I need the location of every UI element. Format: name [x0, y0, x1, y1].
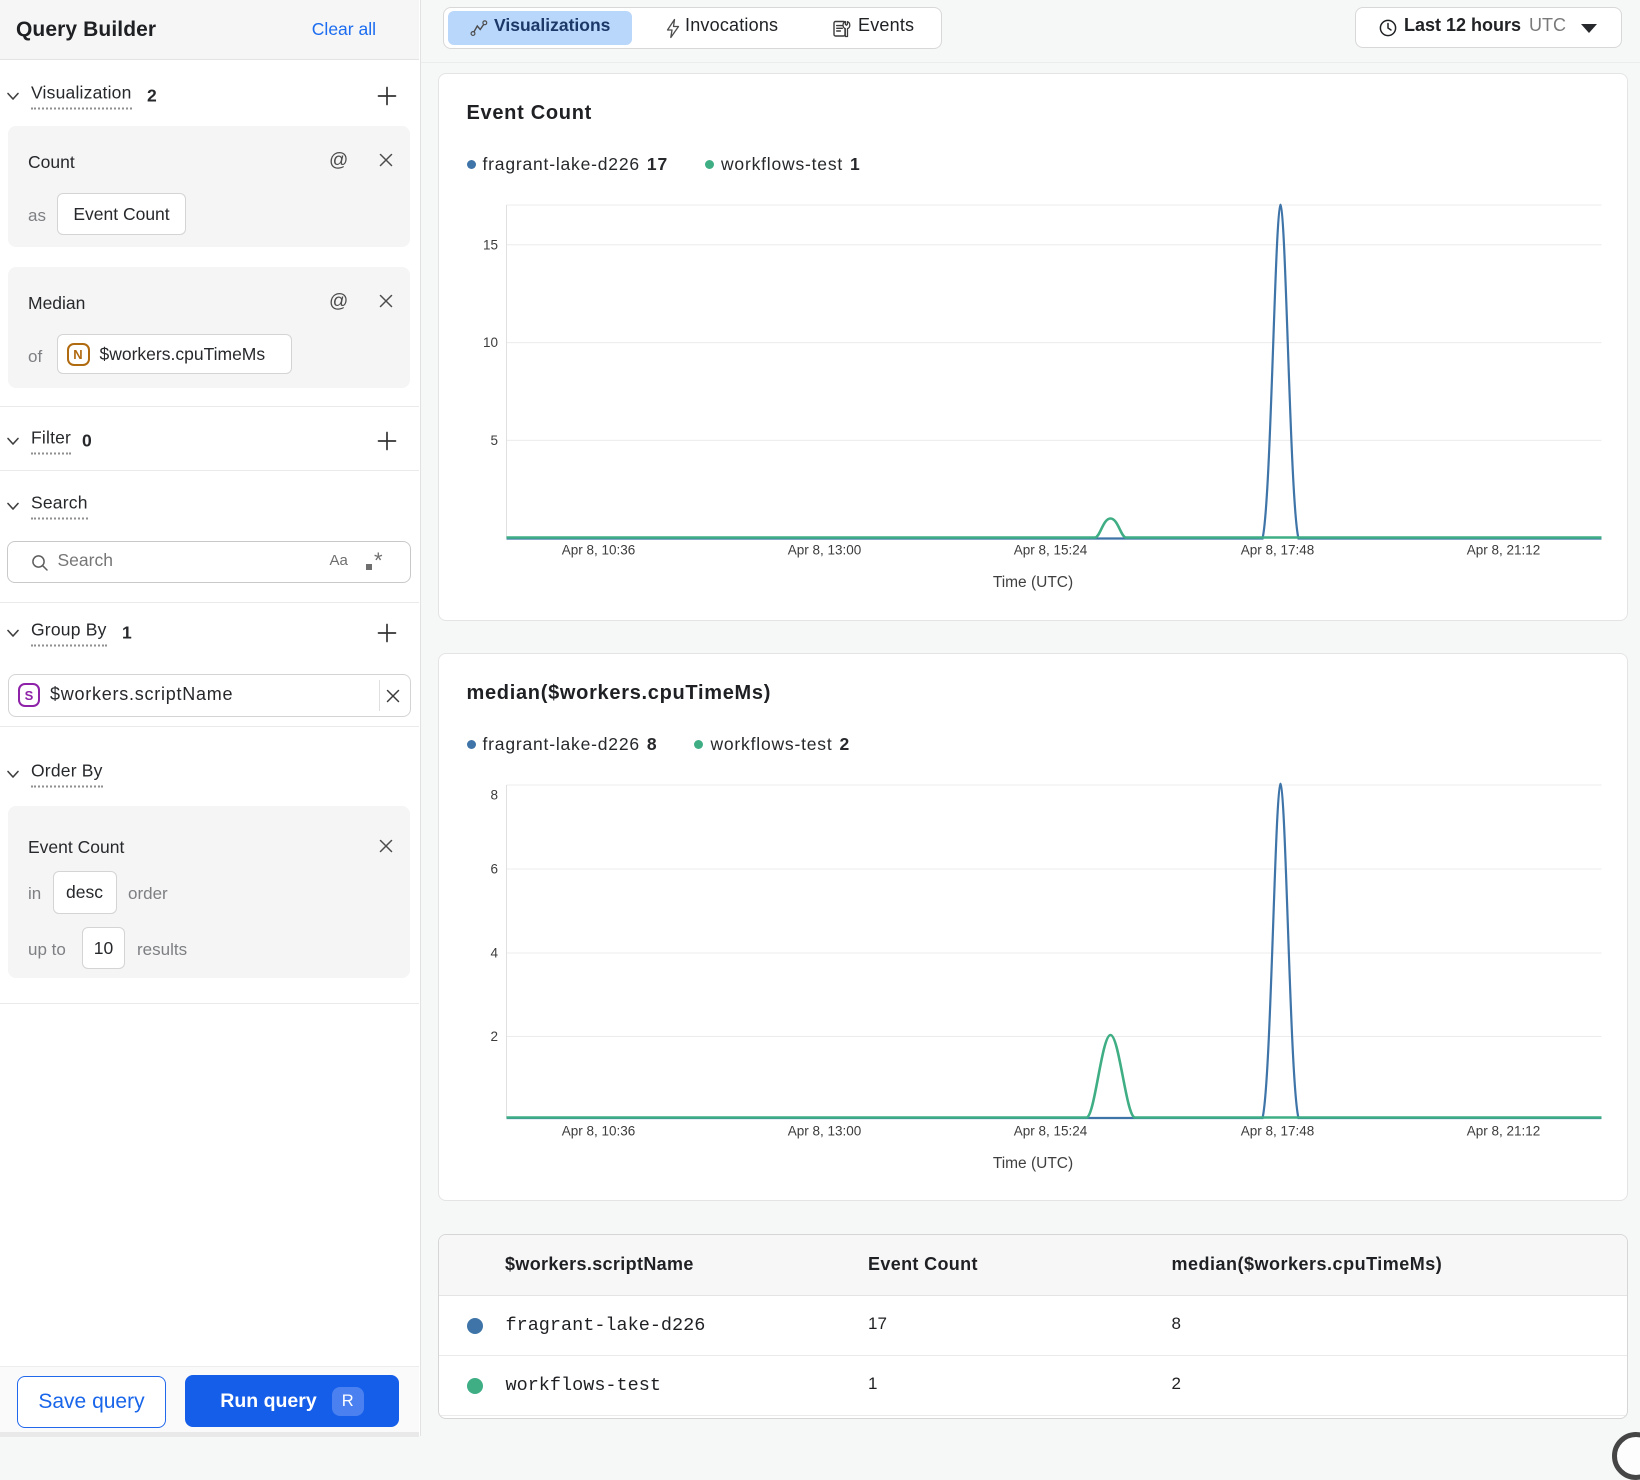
svg-text:Time (UTC): Time (UTC): [992, 1155, 1072, 1172]
svg-text:Time (UTC): Time (UTC): [992, 574, 1072, 591]
svg-text:2: 2: [490, 1029, 498, 1044]
svg-text:*: *: [374, 550, 383, 573]
svg-text:5: 5: [490, 433, 498, 448]
svg-text:8: 8: [490, 788, 498, 803]
svg-text:Apr 8, 21:12: Apr 8, 21:12: [1466, 1124, 1540, 1139]
svg-text:15: 15: [482, 237, 497, 252]
svg-text:4: 4: [490, 946, 498, 961]
svg-text:Apr 8, 15:24: Apr 8, 15:24: [1013, 543, 1087, 558]
svg-text:Apr 8, 21:12: Apr 8, 21:12: [1466, 543, 1540, 558]
svg-text:Apr 8, 10:36: Apr 8, 10:36: [561, 1124, 635, 1139]
svg-text:Apr 8, 10:36: Apr 8, 10:36: [561, 543, 635, 558]
svg-text:Apr 8, 15:24: Apr 8, 15:24: [1013, 1124, 1087, 1139]
svg-text:Apr 8, 13:00: Apr 8, 13:00: [787, 1124, 861, 1139]
svg-text:6: 6: [490, 862, 498, 877]
svg-text:Apr 8, 13:00: Apr 8, 13:00: [787, 543, 861, 558]
svg-text:Apr 8, 17:48: Apr 8, 17:48: [1240, 1124, 1314, 1139]
svg-text:Apr 8, 17:48: Apr 8, 17:48: [1240, 543, 1314, 558]
svg-text:10: 10: [482, 335, 497, 350]
